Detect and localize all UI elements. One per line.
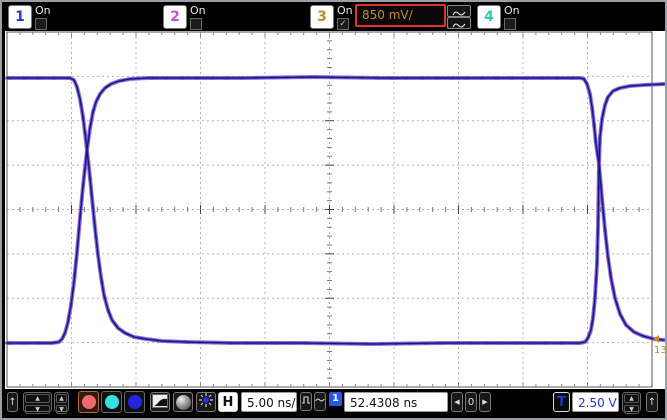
spin-up-icon[interactable]: ▲ [624,394,639,403]
channel-4-button[interactable]: 4 [477,5,501,29]
channel-ref-marker-label: 13 [654,345,666,356]
sphere-icon [175,394,191,410]
trigger-menu-button[interactable]: T [553,392,570,412]
backlight-button[interactable] [196,392,216,412]
blue-marker-icon [127,395,142,409]
trigger-level-field[interactable]: 2.50 V [572,392,619,412]
top-bar: 1 On 2 On 3 On ✓ 850 mV/ 4 On [2,2,665,30]
channel-2-checkbox[interactable] [190,18,202,30]
position-right-button[interactable]: ▶ [479,392,491,412]
persistence-icon [152,393,168,412]
sine-wave-icon [315,396,325,407]
channel-4-checkbox[interactable] [504,18,516,30]
channel-3-scale-field[interactable]: 850 mV/ [355,4,446,27]
trigger-slope-button[interactable]: ↑ [646,392,658,412]
red-marker-icon [81,395,96,409]
channel-1-group: 1 On [8,4,158,30]
right-arrow-icon: ▶ [482,398,488,406]
color-grade-button[interactable] [173,392,193,412]
channel-1-on-label: On [35,4,51,17]
trigger-level-spinner[interactable]: ▲ ▼ [622,392,641,414]
vertical-offset-spinner[interactable]: ▲ ▼ [54,392,69,414]
oscilloscope-screen: 1 On 2 On 3 On ✓ 850 mV/ 4 On 13 ↑ ▲ ▼ ▲… [0,0,667,420]
channel-1-button[interactable]: 1 [8,5,32,29]
channel-2-group: 2 On [163,4,303,30]
timebase-field[interactable]: 5.00 ns/ [241,392,297,412]
vertical-scale-spinner[interactable]: ▲ ▼ [23,392,52,414]
spin-down-icon[interactable]: ▼ [56,405,67,414]
horizontal-menu-button[interactable]: H [218,392,238,412]
waveform-plot: 13 [5,31,666,388]
sine-wave-icon [452,14,466,33]
position-left-button[interactable]: ◀ [451,392,463,412]
channel-4-on-label: On [504,4,520,17]
rising-edge-icon: ↑ [647,396,657,408]
marker-blue-button[interactable] [124,391,145,413]
cyan-marker-icon [104,395,119,409]
channel-2-on-label: On [190,4,206,17]
brightness-icon [198,392,214,412]
channel-ref-marker-arrow[interactable] [653,335,659,343]
channel-3-button[interactable]: 3 [310,5,334,29]
pulse-icon [301,395,311,408]
channel-1-checkbox[interactable] [35,18,47,30]
marker-cyan-button[interactable] [101,391,122,413]
left-arrow-icon: ◀ [454,398,460,406]
channel-3-group: 3 On ✓ 850 mV/ [310,4,475,30]
persistence-button[interactable] [150,392,170,412]
horizontal-position-field[interactable]: 52.4308 ns [344,392,448,412]
spin-down-icon[interactable]: ▼ [624,405,639,414]
channel-2-button[interactable]: 2 [163,5,187,29]
zoom-mode-button[interactable] [300,392,312,411]
position-zero-button[interactable]: 0 [465,392,477,412]
spin-down-icon[interactable]: ▼ [25,405,50,414]
scale-fine-button[interactable] [447,17,471,29]
run-control-button[interactable]: ↑ [7,392,18,412]
marker-red-button[interactable] [78,391,99,413]
waveform-display[interactable]: 13 [5,31,666,389]
trigger-source-flag[interactable]: 1 [329,392,342,406]
up-arrow-icon: ↑ [8,396,17,408]
spin-up-icon[interactable]: ▲ [56,394,67,403]
channel-4-group: 4 On [477,4,557,30]
spin-up-icon[interactable]: ▲ [25,394,50,403]
fine-timebase-button[interactable] [314,392,326,411]
channel-3-checkbox[interactable]: ✓ [337,18,349,30]
bottom-bar: ↑ ▲ ▼ ▲ ▼ H 5.00 ns/ 1 52.4308 ns ◀ 0 ▶ … [5,390,665,418]
channel-3-on-label: On [337,4,353,17]
